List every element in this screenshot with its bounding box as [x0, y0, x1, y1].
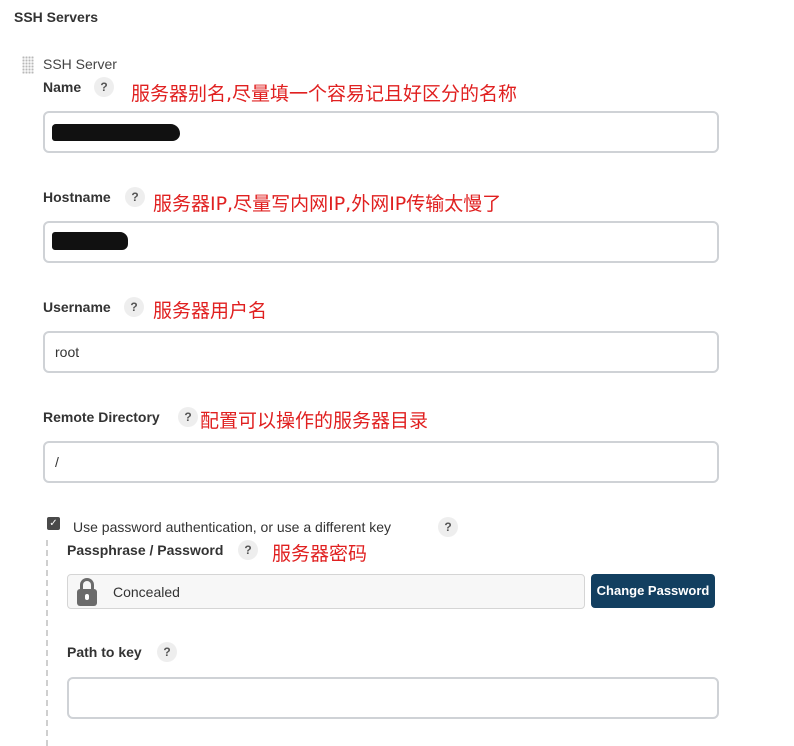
password-auth-help-icon[interactable]: ?: [438, 517, 458, 537]
server-title: SSH Server: [43, 56, 117, 72]
path-to-key-label: Path to key: [67, 644, 142, 660]
hostname-annotation: 服务器IP,尽量写内网IP,外网IP传输太慢了: [153, 193, 502, 215]
remote-directory-label: Remote Directory: [43, 409, 160, 425]
lock-icon: [85, 594, 89, 600]
remote-directory-help-icon[interactable]: ?: [178, 407, 198, 427]
name-label: Name: [43, 79, 82, 95]
drag-handle-icon[interactable]: [22, 56, 34, 74]
hostname-input[interactable]: [43, 221, 719, 263]
passphrase-label: Passphrase / Password: [67, 542, 224, 558]
change-password-button[interactable]: Change Password: [591, 574, 715, 608]
remote-directory-annotation: 配置可以操作的服务器目录: [200, 410, 429, 432]
concealed-text: Concealed: [113, 584, 180, 600]
section-title: SSH Servers: [14, 9, 99, 25]
redaction-mark: [52, 124, 180, 141]
remote-directory-input[interactable]: /: [43, 441, 719, 483]
password-auth-label: Use password authentication, or use a di…: [73, 519, 392, 535]
path-to-key-input[interactable]: [67, 677, 719, 719]
password-auth-checkbox[interactable]: ✓: [47, 517, 60, 530]
username-label: Username: [43, 299, 111, 315]
username-help-icon[interactable]: ?: [124, 297, 144, 317]
username-input[interactable]: root: [43, 331, 719, 373]
redaction-mark: [52, 232, 128, 250]
hostname-label: Hostname: [43, 189, 111, 205]
hostname-help-icon[interactable]: ?: [125, 187, 145, 207]
name-annotation: 服务器别名,尽量填一个容易记且好区分的名称: [131, 83, 518, 105]
path-to-key-help-icon[interactable]: ?: [157, 642, 177, 662]
nested-section-divider: [46, 540, 48, 746]
username-annotation: 服务器用户名: [153, 300, 268, 322]
passphrase-help-icon[interactable]: ?: [238, 540, 258, 560]
name-help-icon[interactable]: ?: [94, 77, 114, 97]
passphrase-annotation: 服务器密码: [272, 543, 368, 565]
